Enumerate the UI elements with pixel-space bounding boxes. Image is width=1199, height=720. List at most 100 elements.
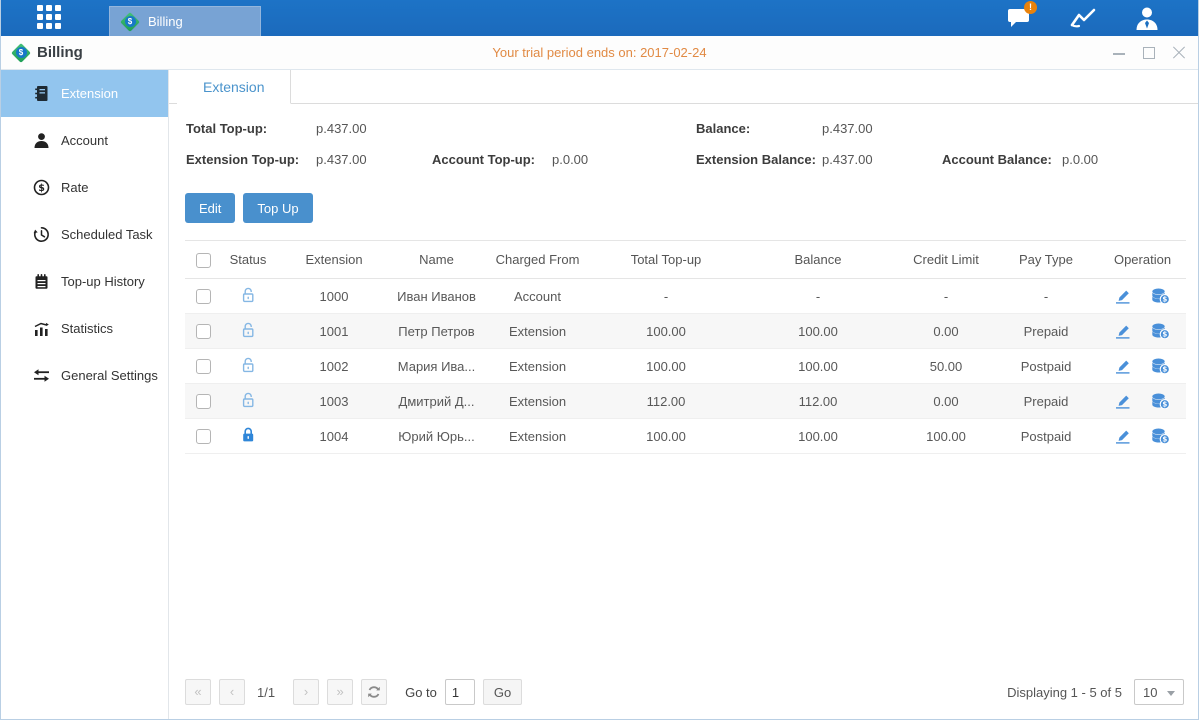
resource-monitor-icon[interactable] — [1068, 5, 1098, 31]
credit-limit-cell: 100.00 — [899, 419, 993, 454]
main-menu-grid-icon[interactable] — [37, 5, 63, 31]
edit-row-icon[interactable] — [1114, 288, 1132, 305]
credit-limit-cell: 0.00 — [899, 314, 993, 349]
window-titlebar: $ Billing Your trial period ends on: 201… — [1, 36, 1198, 70]
col-name: Name — [393, 241, 480, 279]
minimize-icon[interactable] — [1112, 46, 1126, 60]
total-topup-cell: 100.00 — [595, 349, 737, 384]
sidebar-item-label: Statistics — [61, 321, 113, 336]
sidebar-item-scheduled-task[interactable]: Scheduled Task — [1, 211, 168, 258]
name-cell: Петр Петров — [393, 314, 480, 349]
row-checkbox[interactable] — [196, 429, 211, 444]
extension-cell: 1003 — [275, 384, 393, 419]
extension-cell: 1000 — [275, 279, 393, 314]
top-up-button[interactable]: Top Up — [243, 193, 312, 223]
window-controls — [1112, 36, 1186, 70]
next-page-button[interactable]: › — [293, 679, 319, 705]
unlocked-icon — [240, 321, 257, 338]
sidebar-item-general-settings[interactable]: General Settings — [1, 352, 168, 399]
col-pay-type: Pay Type — [993, 241, 1099, 279]
col-balance: Balance — [737, 241, 899, 279]
operation-cell — [1099, 419, 1186, 454]
sidebar-item-extension[interactable]: Extension — [1, 70, 168, 117]
last-page-button[interactable]: » — [327, 679, 353, 705]
top-up-row-icon[interactable] — [1151, 428, 1171, 444]
maximize-icon[interactable] — [1142, 46, 1156, 60]
sidebar-item-label: General Settings — [61, 368, 158, 383]
balance-cell: 100.00 — [737, 314, 899, 349]
credit-limit-cell: 0.00 — [899, 384, 993, 419]
swap-arrows-icon — [33, 367, 50, 384]
refresh-button[interactable] — [361, 679, 387, 705]
user-account-icon[interactable] — [1132, 5, 1162, 31]
extension-cell: 1001 — [275, 314, 393, 349]
sidebar-item-statistics[interactable]: Statistics — [1, 305, 168, 352]
billing-title-icon: $ — [11, 43, 31, 63]
taskbar-item-billing[interactable]: $ Billing — [109, 6, 261, 36]
billing-summary: Total Top-up: p.437.00 Balance: p.437.00… — [185, 121, 1184, 167]
balance-cell: - — [737, 279, 899, 314]
dollar-circle-icon: $ — [33, 179, 50, 196]
refresh-icon — [367, 685, 381, 699]
charged-from-cell: Extension — [480, 349, 595, 384]
top-up-row-icon[interactable] — [1151, 358, 1171, 374]
operation-cell — [1099, 314, 1186, 349]
operation-cell — [1099, 384, 1186, 419]
sidebar-item-label: Top-up History — [61, 274, 145, 289]
edit-row-icon[interactable] — [1114, 323, 1132, 340]
total-topup-cell: 100.00 — [595, 314, 737, 349]
row-checkbox[interactable] — [196, 324, 211, 339]
edit-button[interactable]: Edit — [185, 193, 235, 223]
taskbar-tray: ! — [1004, 0, 1162, 36]
close-icon[interactable] — [1172, 46, 1186, 60]
status-cell — [221, 384, 275, 419]
sidebar-item-label: Scheduled Task — [61, 227, 153, 242]
messages-icon[interactable]: ! — [1004, 5, 1034, 31]
bar-chart-icon — [33, 320, 50, 337]
account-balance-label: Account Balance: — [942, 152, 1062, 167]
prev-page-button[interactable]: ‹ — [219, 679, 245, 705]
row-checkbox[interactable] — [196, 359, 211, 374]
balance-value: p.437.00 — [822, 121, 942, 136]
first-page-button[interactable]: « — [185, 679, 211, 705]
name-cell: Дмитрий Д... — [393, 384, 480, 419]
table-row: 1000 Иван Иванов Account - - - - — [185, 279, 1186, 314]
goto-label: Go to — [405, 685, 437, 700]
table-row: 1001 Петр Петров Extension 100.00 100.00… — [185, 314, 1186, 349]
tab-extension[interactable]: Extension — [177, 70, 291, 104]
sidebar-item-topup-history[interactable]: Top-up History — [1, 258, 168, 305]
pay-type-cell: Prepaid — [993, 314, 1099, 349]
select-all-checkbox[interactable] — [196, 253, 211, 268]
col-status: Status — [221, 241, 275, 279]
row-checkbox[interactable] — [196, 289, 211, 304]
sidebar-item-label: Extension — [61, 86, 118, 101]
col-extension: Extension — [275, 241, 393, 279]
sidebar-item-rate[interactable]: $ Rate — [1, 164, 168, 211]
sidebar-item-account[interactable]: Account — [1, 117, 168, 164]
window-title-text: Billing — [37, 44, 83, 61]
row-checkbox[interactable] — [196, 394, 211, 409]
operation-cell — [1099, 349, 1186, 384]
goto-page-input[interactable] — [445, 679, 475, 705]
status-cell — [221, 349, 275, 384]
taskbar-item-label: Billing — [148, 14, 183, 29]
table-row: 1004 Юрий Юрь... Extension 100.00 100.00… — [185, 419, 1186, 454]
billing-app-icon: $ — [120, 12, 140, 32]
go-button[interactable]: Go — [483, 679, 522, 705]
top-up-row-icon[interactable] — [1151, 288, 1171, 304]
notification-badge: ! — [1024, 1, 1037, 14]
charged-from-cell: Extension — [480, 314, 595, 349]
page-size-select[interactable]: 10 — [1134, 679, 1184, 705]
edit-row-icon[interactable] — [1114, 393, 1132, 410]
total-topup-cell: - — [595, 279, 737, 314]
charged-from-cell: Extension — [480, 384, 595, 419]
extension-topup-label: Extension Top-up: — [186, 152, 316, 167]
edit-row-icon[interactable] — [1114, 428, 1132, 445]
pay-type-cell: - — [993, 279, 1099, 314]
edit-row-icon[interactable] — [1114, 358, 1132, 375]
status-cell — [221, 279, 275, 314]
top-up-row-icon[interactable] — [1151, 323, 1171, 339]
locked-icon — [240, 426, 257, 443]
top-up-row-icon[interactable] — [1151, 393, 1171, 409]
total-topup-cell: 112.00 — [595, 384, 737, 419]
